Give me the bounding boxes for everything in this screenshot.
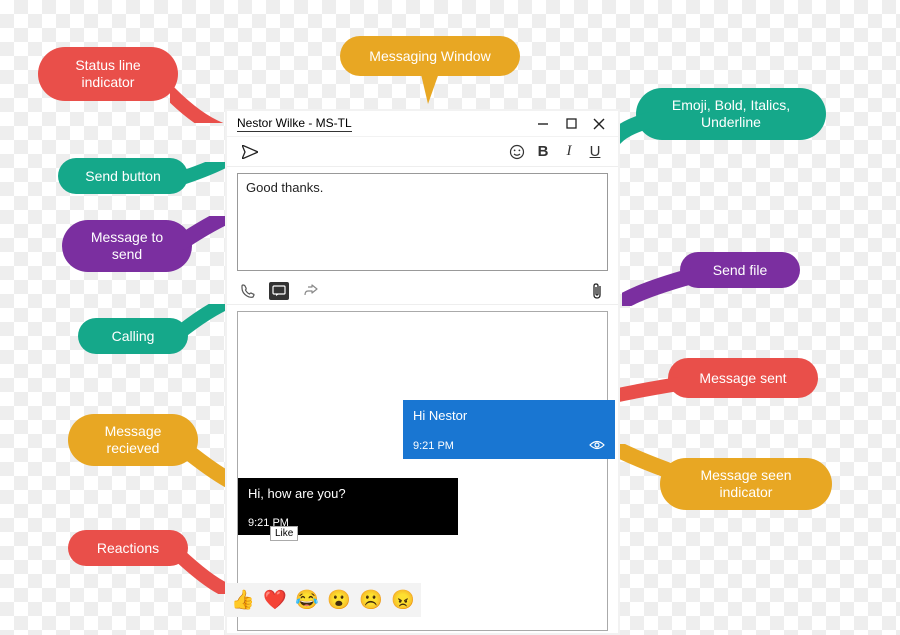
seen-icon [589,439,605,453]
annotation-send-button: Send button [58,158,188,194]
annotation-tail [170,83,230,123]
compose-text: Good thanks. [246,180,323,195]
reaction-laugh[interactable]: 😂 [295,588,319,612]
annotation-text: Emoji, Bold, Italics, Underline [654,97,808,131]
message-sent-bubble[interactable]: Hi Nestor 9:21 PM [403,400,615,459]
annotation-messaging-window: Messaging Window [340,36,520,76]
window-title: Nestor Wilke - MS-TL [237,116,352,132]
italic-button[interactable]: I [556,139,582,165]
minimize-button[interactable] [536,117,550,131]
attach-icon[interactable] [586,280,608,302]
reaction-love[interactable]: ❤️ [263,588,287,612]
annotation-send-file: Send file [680,252,800,288]
annotation-tail [622,266,692,306]
annotation-text: Calling [112,328,155,345]
window-buttons [536,117,614,131]
annotation-text: Reactions [97,540,159,557]
bold-button[interactable]: B [530,139,556,165]
annotation-message-seen: Message seen indicator [660,458,832,510]
emoji-icon[interactable] [504,139,530,165]
annotation-formatting: Emoji, Bold, Italics, Underline [636,88,826,140]
annotation-calling: Calling [78,318,188,354]
compose-toolbar: B I U [227,137,618,167]
action-bar [227,277,618,305]
annotation-message-to-send: Message to send [62,220,192,272]
reaction-angry[interactable]: 😠 [391,588,415,612]
messaging-window: Nestor Wilke - MS-TL B I U Good thanks. [225,109,620,635]
annotation-tail [410,70,450,110]
message-sent-time: 9:21 PM [413,440,454,452]
message-received-text: Hi, how are you? [248,486,448,501]
annotation-status-line: Status line indicator [38,47,178,101]
close-button[interactable] [592,117,606,131]
annotation-text: Message sent [699,370,786,387]
reaction-sad[interactable]: ☹️ [359,588,383,612]
annotation-text: Messaging Window [369,48,490,65]
share-icon[interactable] [299,280,321,302]
chat-icon[interactable] [269,282,289,300]
reaction-like[interactable]: 👍 [231,588,255,612]
annotation-message-sent: Message sent [668,358,818,398]
annotation-text: Send button [85,168,161,185]
message-sent-meta: 9:21 PM [413,439,605,453]
annotation-text: Message recieved [86,423,180,457]
reaction-tooltip: Like [270,526,298,541]
annotation-reactions: Reactions [68,530,188,566]
send-icon[interactable] [237,139,263,165]
maximize-button[interactable] [564,117,578,131]
underline-button[interactable]: U [582,139,608,165]
call-icon[interactable] [237,280,259,302]
compose-input[interactable]: Good thanks. [237,173,608,271]
message-sent-text: Hi Nestor [413,408,605,423]
reaction-bar: 👍 ❤️ 😂 😮 ☹️ 😠 [225,583,421,617]
annotation-message-received: Message recieved [68,414,198,466]
reaction-wow[interactable]: 😮 [327,588,351,612]
annotation-text: Send file [713,262,767,279]
annotation-text: Message seen indicator [678,467,814,501]
annotation-text: Status line indicator [56,57,160,91]
window-titlebar: Nestor Wilke - MS-TL [227,111,618,137]
annotation-text: Message to send [80,229,174,263]
